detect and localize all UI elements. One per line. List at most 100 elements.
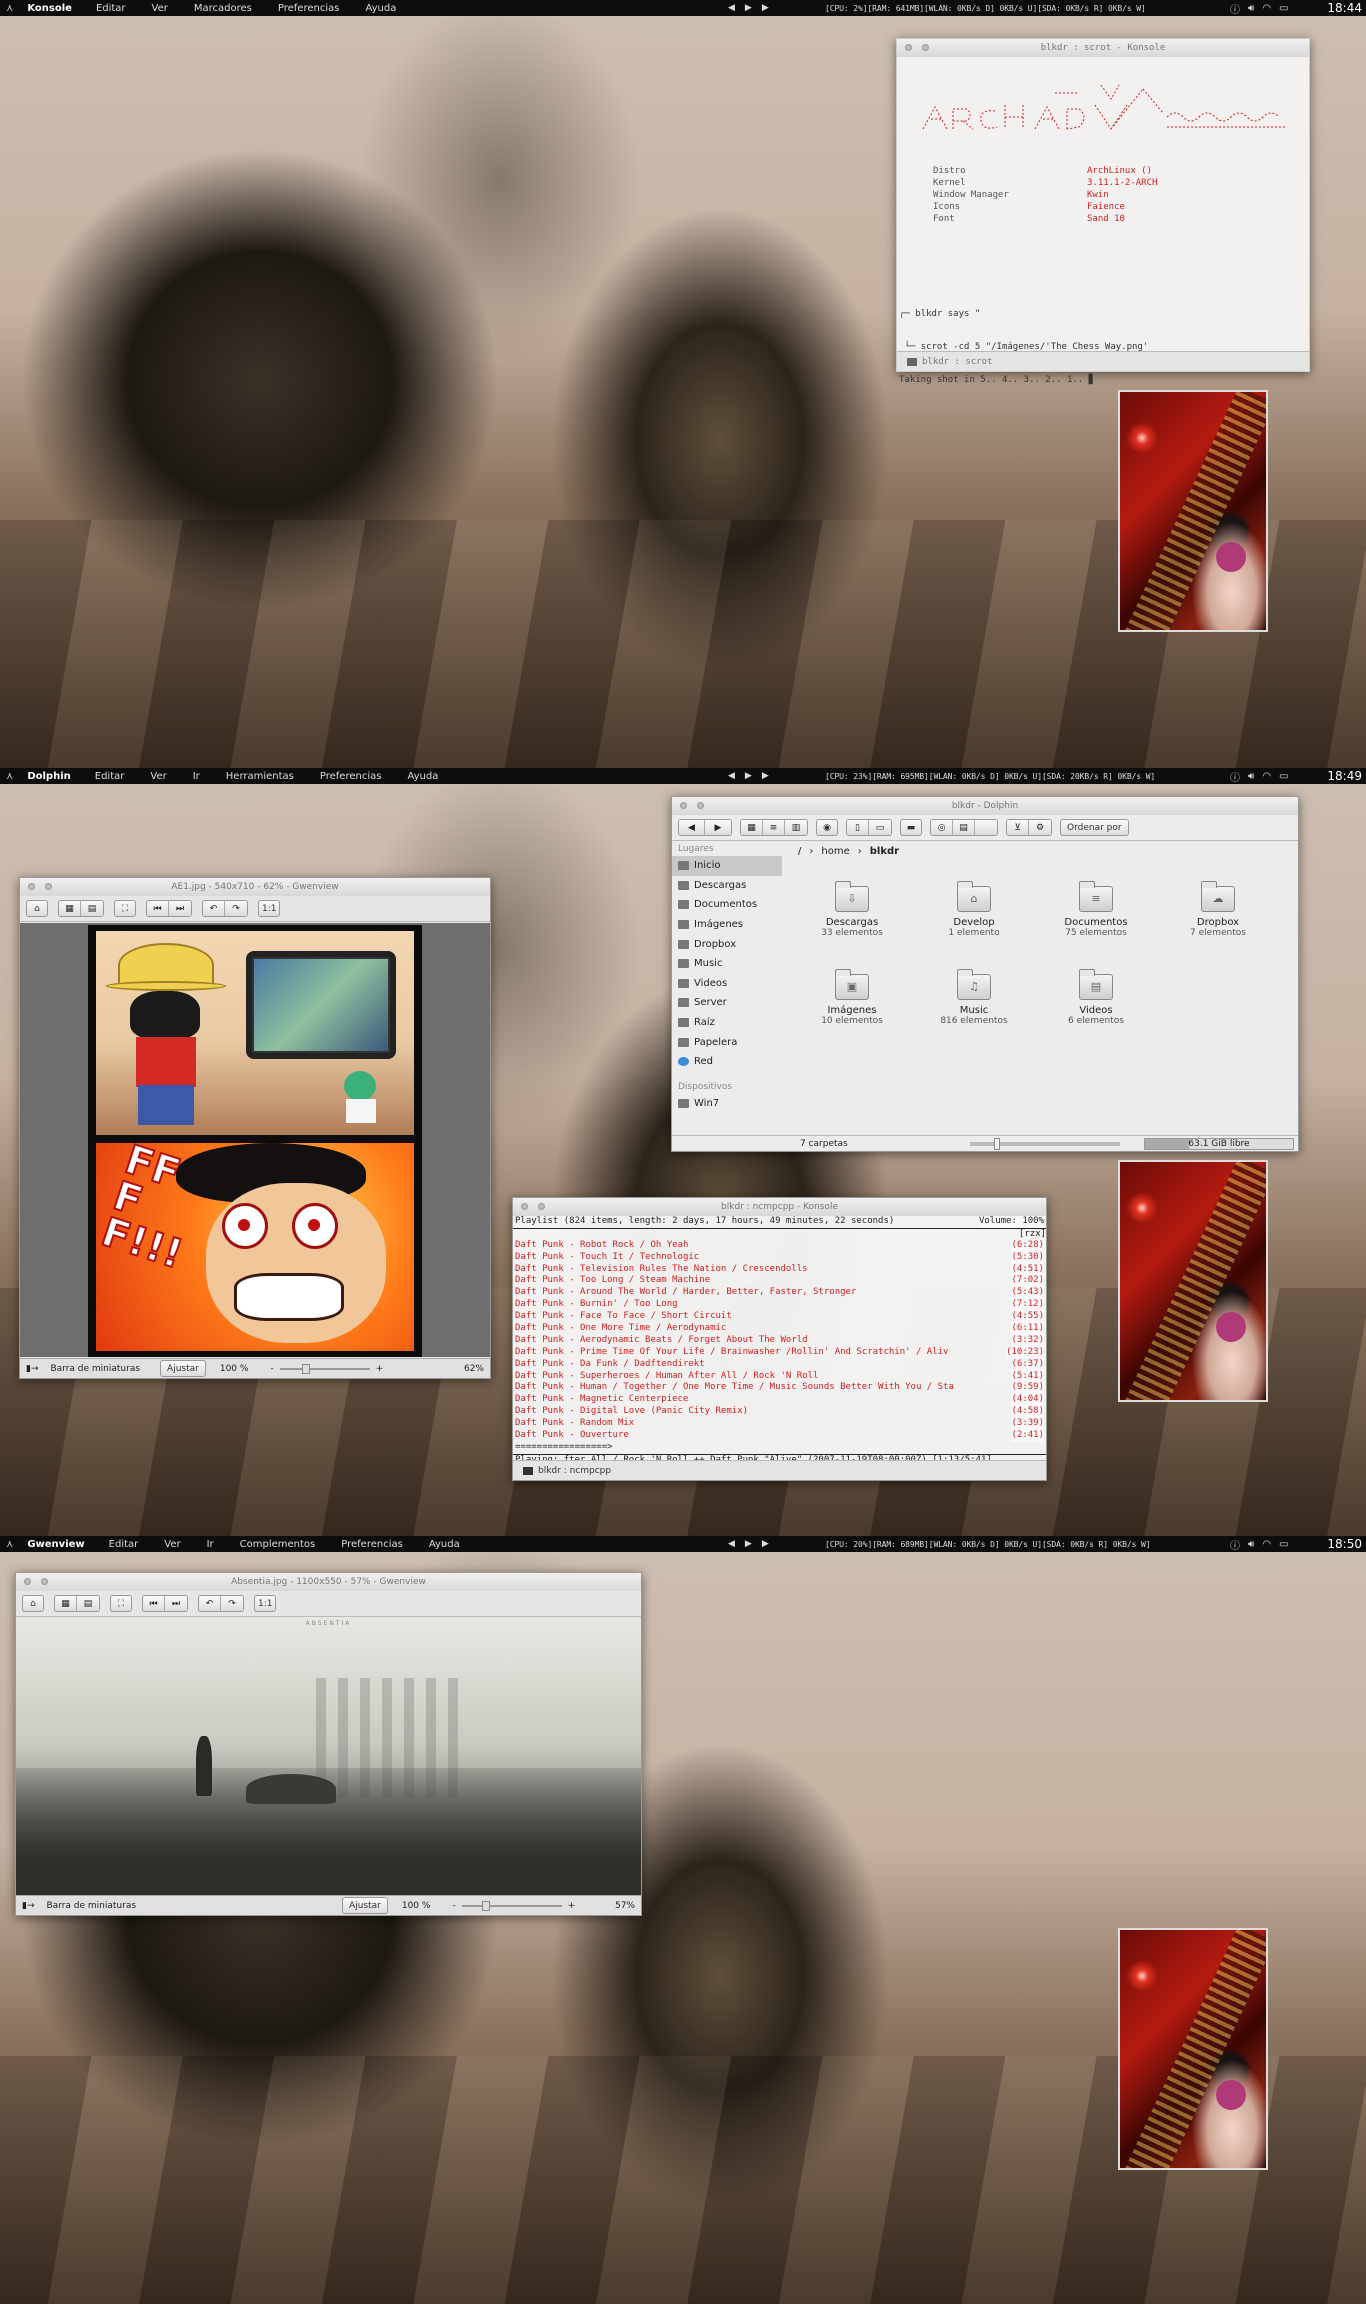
playlist-track[interactable]: Daft Punk - Too Long / Steam Machine (7:0… bbox=[513, 1275, 1046, 1288]
clock[interactable]: 18:49 bbox=[1327, 768, 1362, 784]
clock[interactable]: 18:44 bbox=[1327, 0, 1362, 16]
fullscreen-button[interactable]: ⛶ bbox=[114, 900, 136, 917]
menu-ayuda[interactable]: Ayuda bbox=[407, 771, 438, 782]
launcher-icon[interactable]: ⋏ bbox=[6, 771, 13, 782]
zoom-in-button[interactable]: + bbox=[562, 1901, 582, 1911]
place-videos[interactable]: Videos bbox=[672, 974, 782, 994]
gwenview-titlebar[interactable]: Absentia.jpg - 1100x550 - 57% - Gwenview bbox=[16, 1573, 641, 1591]
next-image-button[interactable]: ⏭ bbox=[165, 1596, 187, 1611]
launcher-icon[interactable]: ⋏ bbox=[6, 1539, 13, 1550]
menu-preferencias[interactable]: Preferencias bbox=[278, 3, 340, 14]
app-name[interactable]: Dolphin bbox=[27, 771, 70, 782]
previous-image-button[interactable]: ⏮ bbox=[143, 1596, 165, 1611]
image-view[interactable]: FFFF!!! bbox=[20, 923, 490, 1357]
folder-imagenes[interactable]: ▣ Imágenes 10 elementos bbox=[807, 969, 897, 1026]
volume-icon[interactable]: 🔊︎ bbox=[1248, 1539, 1254, 1550]
rotate-left-button[interactable]: ↶ bbox=[199, 1596, 221, 1611]
menu-preferencias[interactable]: Preferencias bbox=[320, 771, 382, 782]
info-icon[interactable]: ⓘ bbox=[1230, 1537, 1240, 1552]
rotate-right-button[interactable]: ↷ bbox=[225, 901, 247, 916]
zoom-slider[interactable] bbox=[279, 1363, 370, 1374]
playlist-track[interactable]: Daft Punk - Da Funk / Dadftendirekt (6:37… bbox=[513, 1358, 1046, 1371]
close-button[interactable] bbox=[521, 1203, 528, 1210]
place-documentos[interactable]: Documentos bbox=[672, 895, 782, 915]
previous-icon[interactable]: ◀ bbox=[728, 1539, 735, 1549]
place-descargas[interactable]: Descargas bbox=[672, 876, 782, 896]
close-button[interactable] bbox=[905, 44, 912, 51]
columns-view-button[interactable]: ▥ bbox=[785, 820, 807, 835]
wifi-icon[interactable]: ◠ bbox=[1262, 771, 1271, 782]
playlist-track[interactable]: Daft Punk - Random Mix (3:39) bbox=[513, 1418, 1046, 1431]
folder-descargas[interactable]: ⇩ Descargas 33 elementos bbox=[807, 881, 897, 938]
fit-button[interactable]: Ajustar bbox=[160, 1360, 206, 1377]
crumb-current[interactable]: blkdr bbox=[870, 846, 899, 857]
ncmpcpp-titlebar[interactable]: blkdr : ncmpcpp - Konsole bbox=[513, 1198, 1046, 1216]
folder-music[interactable]: ♫ Music 816 elementos bbox=[929, 969, 1019, 1026]
playlist-track[interactable]: Daft Punk - Ouverture (2:41) bbox=[513, 1430, 1046, 1442]
menu-marcadores[interactable]: Marcadores bbox=[194, 3, 252, 14]
menu-preferencias[interactable]: Preferencias bbox=[341, 1539, 403, 1550]
battery-icon[interactable]: ▭ bbox=[1279, 771, 1288, 782]
thumbnail-bar-toggle[interactable]: Barra de miniaturas bbox=[45, 1364, 147, 1374]
preview-button[interactable]: ◉ bbox=[816, 819, 838, 836]
ncmpcpp-tab[interactable]: blkdr : ncmpcpp bbox=[513, 1460, 1046, 1480]
rotate-right-button[interactable]: ↷ bbox=[221, 1596, 243, 1611]
menu-ir[interactable]: Ir bbox=[207, 1539, 214, 1550]
next-image-button[interactable]: ⏭ bbox=[169, 901, 191, 916]
folder-develop[interactable]: ⌂ Develop 1 elemento bbox=[929, 881, 1019, 938]
playlist-track[interactable]: Daft Punk - Digital Love (Panic City Rem… bbox=[513, 1406, 1046, 1419]
actual-size-button[interactable]: 1:1 bbox=[258, 900, 281, 917]
zoom-out-button[interactable]: - bbox=[446, 1901, 461, 1911]
minimize-button[interactable] bbox=[45, 883, 52, 890]
minimize-button[interactable] bbox=[41, 1578, 48, 1585]
menu-complementos[interactable]: Complementos bbox=[240, 1539, 316, 1550]
folder-documentos[interactable]: ≡ Documentos 75 elementos bbox=[1051, 881, 1141, 938]
view-mode-button[interactable]: ▤ bbox=[77, 1596, 99, 1611]
track-list[interactable]: Daft Punk - Robot Rock / Oh Yeah (6:28) Da… bbox=[513, 1239, 1046, 1442]
next-icon[interactable]: ▶ bbox=[762, 3, 769, 13]
minimize-button[interactable] bbox=[922, 44, 929, 51]
zoom-out-button[interactable]: - bbox=[264, 1364, 279, 1374]
home-button[interactable]: ⌂ bbox=[26, 900, 48, 917]
sidebar-toggle-icon[interactable]: ▮→ bbox=[16, 1901, 41, 1911]
sidebar-toggle-icon[interactable]: ▮→ bbox=[20, 1364, 45, 1374]
zoom-slider[interactable] bbox=[461, 1900, 562, 1911]
volume-icon[interactable]: 🔊︎ bbox=[1248, 3, 1254, 14]
playlist-track[interactable]: Daft Punk - Human / Together / One More … bbox=[513, 1382, 1046, 1395]
menu-ayuda[interactable]: Ayuda bbox=[429, 1539, 460, 1550]
app-name[interactable]: Konsole bbox=[27, 3, 72, 14]
browse-mode-button[interactable]: ▦ bbox=[59, 901, 81, 916]
previous-icon[interactable]: ◀ bbox=[728, 771, 735, 781]
progress-bar[interactable]: =================> bbox=[515, 1442, 613, 1452]
volume-icon[interactable]: 🔊︎ bbox=[1248, 771, 1254, 782]
view-mode-button[interactable]: ▤ bbox=[81, 901, 103, 916]
icons-view-button[interactable]: ▦ bbox=[741, 820, 763, 835]
playlist-track[interactable]: Daft Punk - Prime Time Of Your Life / Br… bbox=[513, 1346, 1046, 1359]
fit-button[interactable]: Ajustar bbox=[342, 1897, 388, 1914]
menu-ayuda[interactable]: Ayuda bbox=[365, 3, 396, 14]
fullscreen-button[interactable]: ⛶ bbox=[110, 1595, 132, 1612]
playlist-track[interactable]: Daft Punk - One More Time / Aerodynamic (… bbox=[513, 1323, 1046, 1335]
menu-ir[interactable]: Ir bbox=[193, 771, 200, 782]
menu-editar[interactable]: Editar bbox=[95, 771, 125, 782]
playlist-track[interactable]: Daft Punk - Robot Rock / Oh Yeah (6:28) bbox=[513, 1239, 1046, 1252]
clock[interactable]: 18:50 bbox=[1327, 1536, 1362, 1552]
place-papelera[interactable]: Papelera bbox=[672, 1032, 782, 1052]
close-button[interactable] bbox=[28, 883, 35, 890]
zoom-100-button[interactable]: 100 % bbox=[396, 1901, 437, 1911]
launcher-icon[interactable]: ⋏ bbox=[6, 3, 13, 14]
file-view[interactable]: ⇩ Descargas 33 elementos ⌂ Develop 1 element… bbox=[787, 862, 1297, 1132]
zoom-percent[interactable]: 62% bbox=[458, 1364, 490, 1374]
menu-herramientas[interactable]: Herramientas bbox=[226, 771, 294, 782]
konsole-titlebar[interactable]: blkdr : scrot - Konsole bbox=[897, 39, 1309, 57]
wifi-icon[interactable]: ◠ bbox=[1262, 1539, 1271, 1550]
icon-size-slider[interactable] bbox=[970, 1137, 1120, 1150]
sort-button[interactable]: Ordenar por bbox=[1060, 819, 1129, 836]
browse-mode-button[interactable]: ▦ bbox=[55, 1596, 77, 1611]
rotate-left-button[interactable]: ↶ bbox=[203, 901, 225, 916]
back-button[interactable]: ◀ bbox=[679, 820, 705, 835]
folder-videos[interactable]: ▤ Videos 6 elementos bbox=[1051, 969, 1141, 1026]
details-view-button[interactable]: ≡ bbox=[763, 820, 785, 835]
thumbnail-bar-toggle[interactable]: Barra de miniaturas bbox=[41, 1901, 143, 1911]
print-button[interactable]: ▤ bbox=[953, 820, 975, 835]
